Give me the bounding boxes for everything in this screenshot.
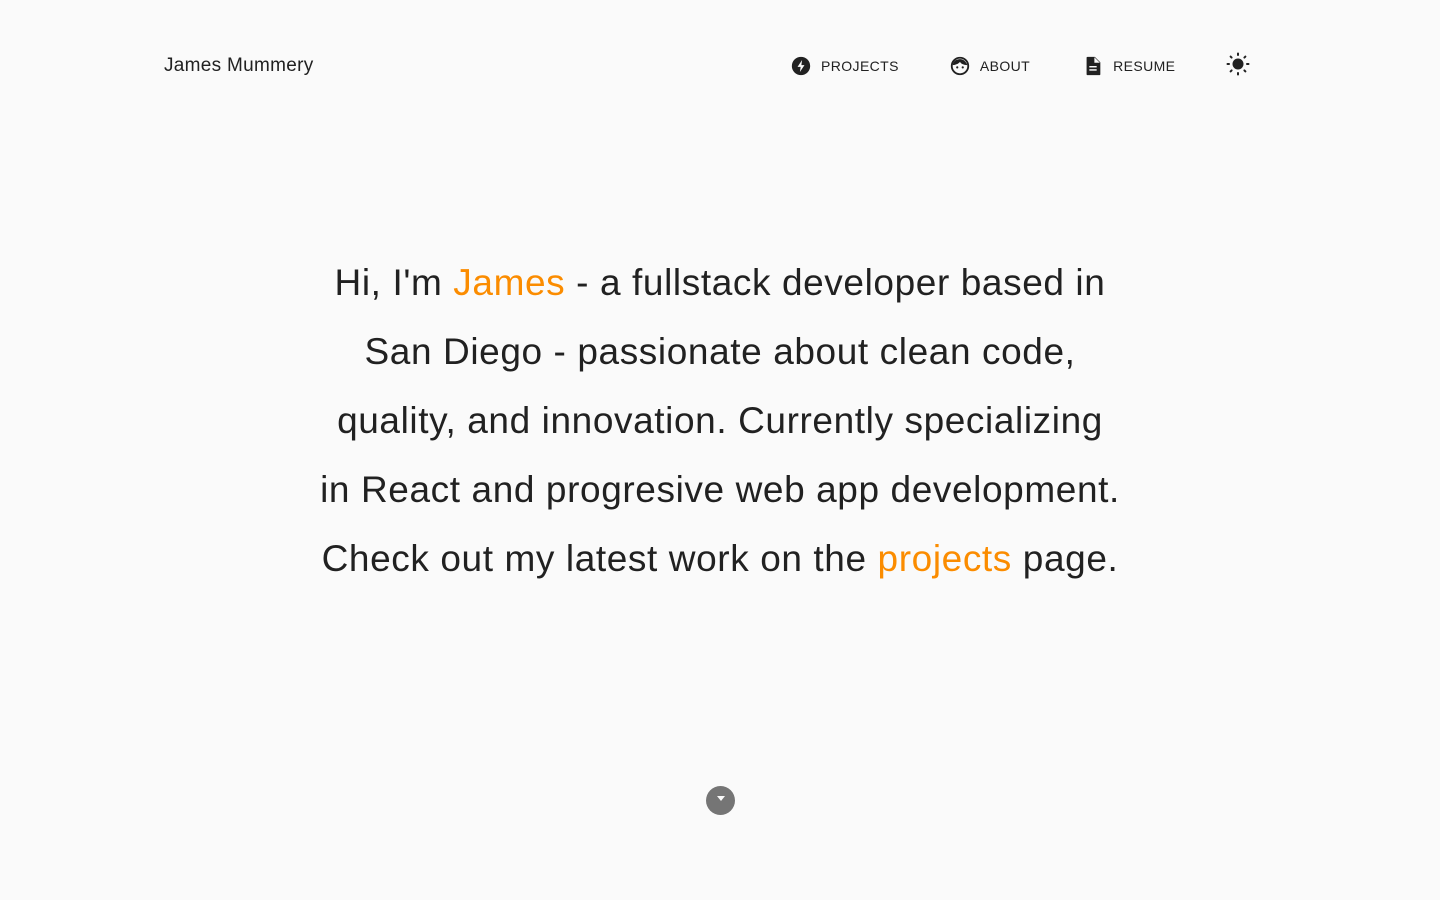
document-icon <box>1082 55 1104 77</box>
nav-label-about: ABOUT <box>979 58 1031 74</box>
scroll-down-button[interactable] <box>706 786 735 815</box>
hero-greeting: Hi, I'm <box>334 262 454 303</box>
site-header: James Mummery PROJECTS ABOUT RESUME <box>0 0 1440 132</box>
chevron-down-icon <box>714 791 728 810</box>
nav-item-about[interactable]: ABOUT <box>949 54 1030 78</box>
bolt-icon <box>790 55 812 77</box>
hero-text-end: page. <box>1011 538 1119 579</box>
hero-name: James <box>453 262 566 303</box>
hero-text: - a fullstack developer based in San Die… <box>320 262 1120 579</box>
nav-item-projects[interactable]: PROJECTS <box>790 54 899 78</box>
projects-link[interactable]: projects <box>878 538 1012 579</box>
nav-label-projects: PROJECTS <box>821 58 899 74</box>
brand-logo[interactable]: James Mummery <box>164 53 314 79</box>
theme-toggle-button[interactable] <box>1225 52 1251 81</box>
hero-intro: Hi, I'm James - a fullstack developer ba… <box>320 248 1120 593</box>
sun-icon <box>1226 52 1250 81</box>
nav-item-resume[interactable]: RESUME <box>1082 54 1175 78</box>
main-nav: PROJECTS ABOUT RESUME <box>790 54 1175 78</box>
nav-label-resume: RESUME <box>1113 58 1176 74</box>
face-icon <box>949 55 971 77</box>
